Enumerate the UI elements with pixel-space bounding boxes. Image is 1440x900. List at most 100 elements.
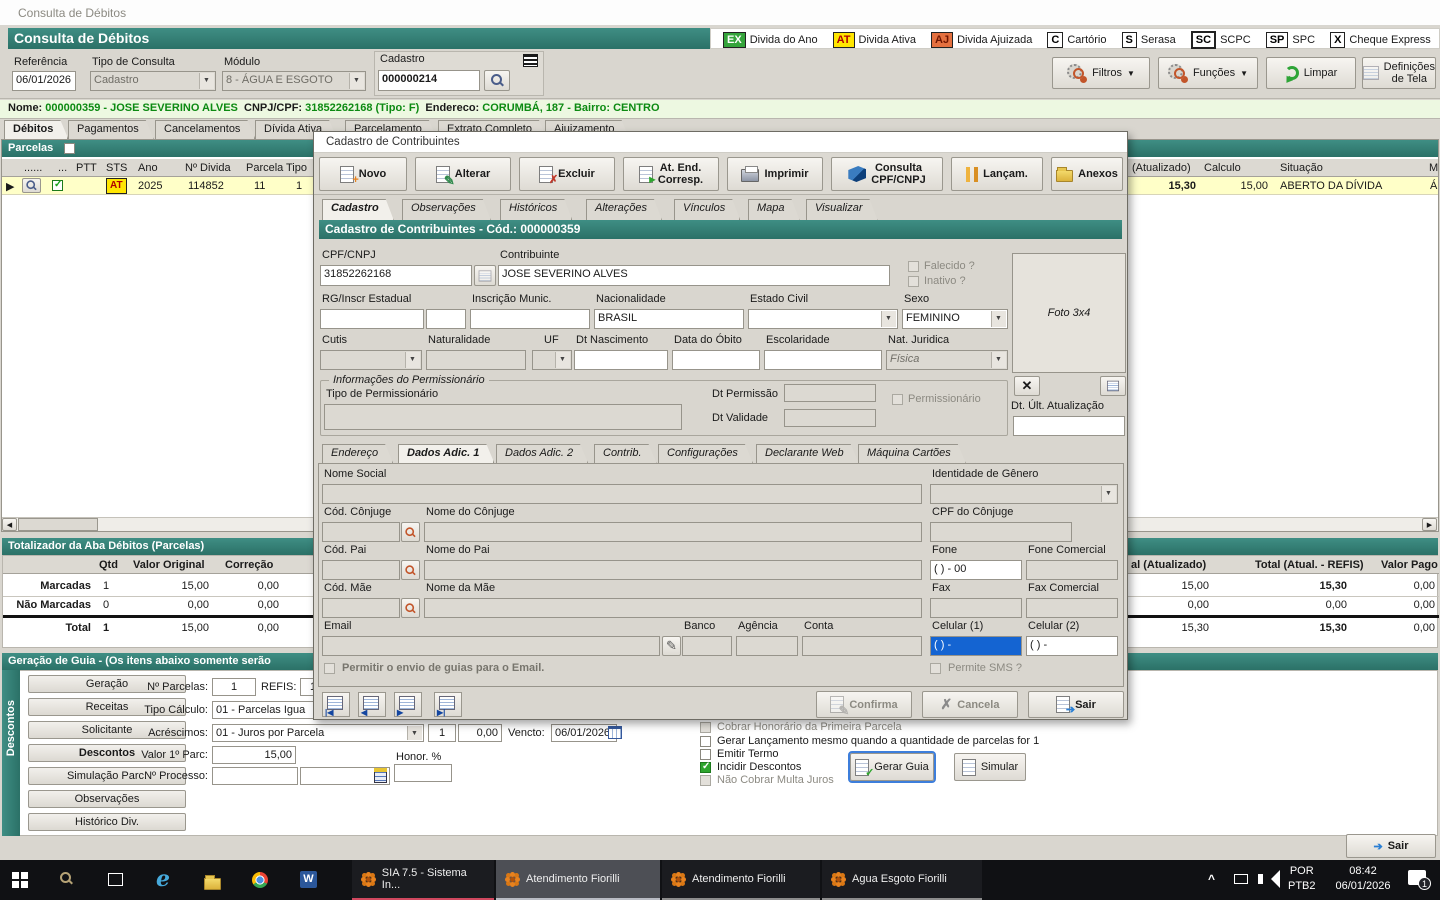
consulta-cpf-button[interactable]: ConsultaCPF/CNPJ xyxy=(831,157,943,191)
fax-comercial-input[interactable] xyxy=(1026,598,1118,618)
dt-validade-input[interactable] xyxy=(784,409,876,427)
fone-input[interactable]: ( ) - 00 xyxy=(930,560,1022,580)
nat-juridica-select[interactable]: Física xyxy=(886,350,1008,370)
tab-historicos[interactable]: Históricos xyxy=(500,199,572,220)
celular1-input[interactable]: ( ) - xyxy=(930,636,1022,656)
tipo-permissionario-input[interactable] xyxy=(324,404,682,430)
estado-civil-select[interactable] xyxy=(748,309,898,329)
calculator-icon[interactable] xyxy=(374,768,387,783)
tab-dados-adic-2[interactable]: Dados Adic. 2 xyxy=(496,444,588,463)
alterar-button[interactable]: ✎Alterar xyxy=(415,157,511,191)
notification-icon[interactable]: 1 xyxy=(1408,870,1426,885)
cadastro-input[interactable]: 000000214 xyxy=(378,70,480,91)
definicoes-tela-button[interactable]: Definiçõesde Tela xyxy=(1362,57,1436,89)
dt-nascimento-input[interactable] xyxy=(574,350,668,370)
simular-button[interactable]: Simular xyxy=(954,753,1026,781)
honor-input[interactable] xyxy=(394,764,452,782)
gerar-lancamento-checkbox[interactable] xyxy=(700,736,711,747)
confirma-button[interactable]: ✎Confirma xyxy=(816,691,912,718)
taskbar-item-atendimento-2[interactable]: Atendimento Fiorilli xyxy=(662,860,820,900)
dt-atualizacao-input[interactable] xyxy=(1013,416,1125,436)
cpf-input[interactable]: 31852262168 xyxy=(320,265,472,286)
cod-pai-input[interactable] xyxy=(322,560,400,580)
valor-parc-input[interactable]: 15,00 xyxy=(212,746,296,764)
limpar-button[interactable]: Limpar xyxy=(1266,57,1356,89)
imprimir-button[interactable]: Imprimir xyxy=(727,157,823,191)
language-indicator[interactable]: POR PTB2 xyxy=(1288,864,1316,894)
excluir-button[interactable]: ✗Excluir xyxy=(519,157,615,191)
tab-pagamentos[interactable]: Pagamentos xyxy=(68,120,154,139)
n-parcelas-input[interactable]: 1 xyxy=(212,678,256,696)
modal-titlebar[interactable]: Cadastro de Contribuintes xyxy=(314,132,1127,153)
emitir-termo-checkbox[interactable] xyxy=(700,749,711,760)
data-obito-input[interactable] xyxy=(672,350,760,370)
fax-input[interactable] xyxy=(930,598,1022,618)
cancela-button[interactable]: ✗Cancela xyxy=(922,691,1018,718)
email-edit-button[interactable]: ✎ xyxy=(662,636,681,656)
tab-mapa[interactable]: Mapa xyxy=(748,199,800,220)
cod-conjuge-input[interactable] xyxy=(322,522,400,542)
inativo-checkbox[interactable] xyxy=(908,276,919,287)
row-zoom-button[interactable] xyxy=(22,178,41,193)
naturalidade-input[interactable] xyxy=(426,350,526,370)
rg-input-2[interactable] xyxy=(426,309,466,329)
scroll-right-button[interactable]: ▶ xyxy=(1422,518,1437,531)
nav-prev-button[interactable]: ◀ xyxy=(358,692,386,717)
email-input[interactable] xyxy=(322,636,660,656)
cobrar-honorario-checkbox[interactable] xyxy=(700,722,711,733)
anexos-button[interactable]: Anexos xyxy=(1051,157,1123,191)
acrescimos-qtd-input[interactable]: 1 xyxy=(428,724,456,742)
cod-mae-input[interactable] xyxy=(322,598,400,618)
row-checkbox[interactable] xyxy=(52,180,63,191)
mae-search-button[interactable] xyxy=(401,598,420,618)
tab-alteracoes[interactable]: Alterações xyxy=(586,199,662,220)
taskbar-item-agua-esgoto[interactable]: Agua Esgoto Fiorilli xyxy=(822,860,982,900)
cadastro-search-button[interactable] xyxy=(484,70,510,91)
tab-configuracoes[interactable]: Configurações xyxy=(658,444,753,463)
pai-search-button[interactable] xyxy=(401,560,420,580)
nao-cobrar-multa-checkbox[interactable] xyxy=(700,775,711,786)
escolaridade-input[interactable] xyxy=(764,350,882,370)
at-end-corresp-button[interactable]: ►At. End.Corresp. xyxy=(623,157,719,191)
nav-next-button[interactable]: ▶ xyxy=(394,692,422,717)
contribuinte-input[interactable]: JOSE SEVERINO ALVES xyxy=(498,265,890,286)
incidir-descontos-checkbox[interactable] xyxy=(700,762,711,773)
clock[interactable]: 08:42 06/01/2026 xyxy=(1326,864,1400,894)
fone-comercial-input[interactable] xyxy=(1026,560,1118,580)
nav-last-button[interactable]: ▶| xyxy=(434,692,462,717)
conta-input[interactable] xyxy=(802,636,922,656)
inscricao-input[interactable] xyxy=(470,309,590,329)
tab-dados-adic-1[interactable]: Dados Adic. 1 xyxy=(398,444,494,463)
agencia-input[interactable] xyxy=(736,636,798,656)
chrome-icon[interactable] xyxy=(252,872,268,888)
calendar-icon[interactable] xyxy=(608,726,622,739)
dt-permissao-input[interactable] xyxy=(784,384,876,402)
tab-maquina-cartoes[interactable]: Máquina Cartões xyxy=(858,444,966,463)
nav-first-button[interactable]: |◀ xyxy=(322,692,350,717)
permitir-email-checkbox[interactable] xyxy=(324,663,335,674)
cpf-lookup-button[interactable] xyxy=(474,265,496,286)
tab-contrib[interactable]: Contrib. xyxy=(594,444,657,463)
tab-declarante-web[interactable]: Declarante Web xyxy=(756,444,859,463)
identidade-genero-select[interactable] xyxy=(930,484,1118,504)
funcoes-button[interactable]: Funções▼ xyxy=(1158,57,1258,89)
conjuge-search-button[interactable] xyxy=(401,522,420,542)
tab-visualizar[interactable]: Visualizar xyxy=(806,199,878,220)
rg-input[interactable] xyxy=(320,309,424,329)
tab-cadastro[interactable]: Cadastro xyxy=(322,199,394,220)
network-icon[interactable] xyxy=(1234,874,1248,884)
taskbar-search-button[interactable] xyxy=(60,872,76,888)
sidebar-item-observacoes[interactable]: Observações xyxy=(28,790,186,808)
tray-chevron-icon[interactable]: ^ xyxy=(1208,872,1215,886)
tab-vinculos[interactable]: Vínculos xyxy=(674,199,740,220)
tab-observacoes[interactable]: Observações xyxy=(402,199,491,220)
nacionalidade-input[interactable]: BRASIL xyxy=(594,309,744,329)
sidebar-item-historico[interactable]: Histórico Div. xyxy=(28,813,186,831)
tab-endereco[interactable]: Endereço xyxy=(322,444,393,463)
referencia-input[interactable]: 06/01/2026 xyxy=(12,71,76,91)
tipo-consulta-select[interactable]: Cadastro xyxy=(90,71,216,91)
browser-e-icon[interactable]: e xyxy=(156,866,170,892)
taskbar-item-atendimento-1[interactable]: Atendimento Fiorilli xyxy=(496,860,660,900)
acrescimos-valor-input[interactable]: 0,00 xyxy=(458,724,502,742)
permite-sms-checkbox[interactable] xyxy=(930,663,941,674)
